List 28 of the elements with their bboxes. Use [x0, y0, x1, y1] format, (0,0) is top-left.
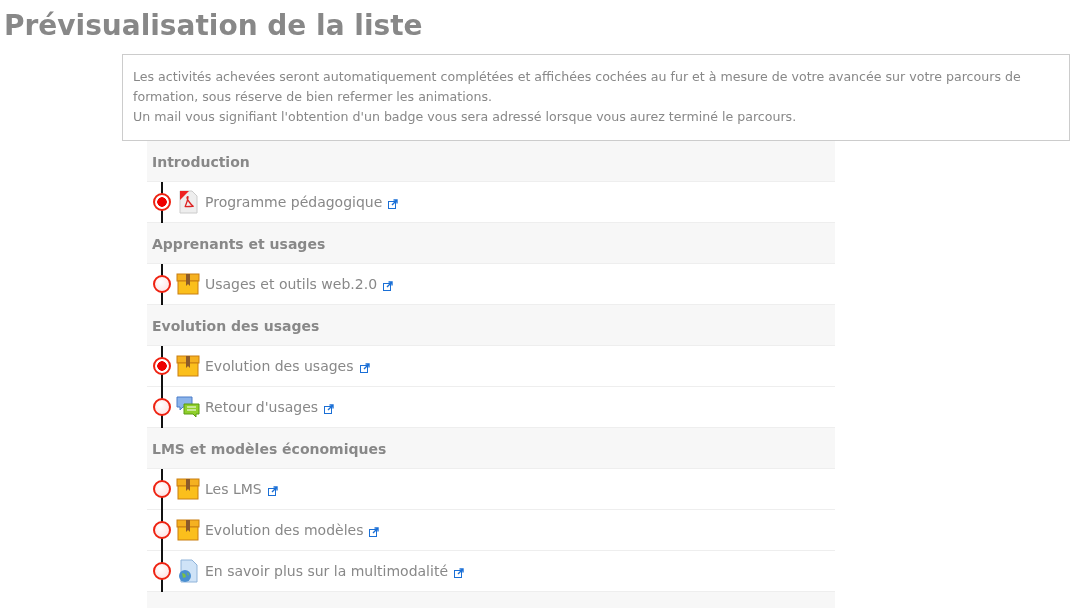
web-page-icon [176, 559, 200, 583]
external-link-icon[interactable] [383, 280, 394, 291]
external-link-icon[interactable] [267, 485, 278, 496]
external-link-icon[interactable] [388, 198, 399, 209]
activity-link[interactable]: Les LMS [205, 481, 262, 497]
page-title: Prévisualisation de la liste [3, 8, 424, 44]
section-header: Apprenants et usages [147, 223, 835, 264]
activity-link[interactable]: Programme pédagogique [205, 194, 383, 210]
notice-text: Les activités achevées seront automatiquement complétées et affichées cochées au fur et à mesure de votre avancée sur votre parcours de formation, sous réserve de bien refermer les animations. [133, 68, 1022, 106]
external-link-icon[interactable] [359, 362, 370, 373]
package-icon [176, 477, 200, 501]
section-header: Introduction [147, 141, 835, 182]
activity-link[interactable]: Usages et outils web.2.0 [205, 276, 378, 292]
section-header: Evolution des usages [147, 305, 835, 346]
package-icon [176, 354, 200, 378]
activity-link[interactable]: Evolution des usages [205, 358, 354, 374]
external-link-icon[interactable] [324, 403, 335, 414]
chat-bubbles-icon [176, 395, 200, 419]
package-icon [176, 272, 200, 296]
activity-link[interactable]: Retour d'usages [205, 399, 319, 415]
external-link-icon[interactable] [369, 526, 380, 537]
notice-text: Un mail vous signifiant l'obtention d'un badge vous sera adressé lorsque vous aurez terminé le parcours. [133, 108, 798, 126]
external-link-icon[interactable] [454, 567, 464, 578]
activity-link[interactable]: Evolution des modèles [205, 522, 364, 538]
section-header: LMS et modèles économiques [147, 428, 835, 469]
pdf-file-icon [176, 190, 200, 214]
activity-link[interactable]: En savoir plus sur la multimodalité [205, 563, 448, 579]
package-icon [176, 518, 200, 542]
